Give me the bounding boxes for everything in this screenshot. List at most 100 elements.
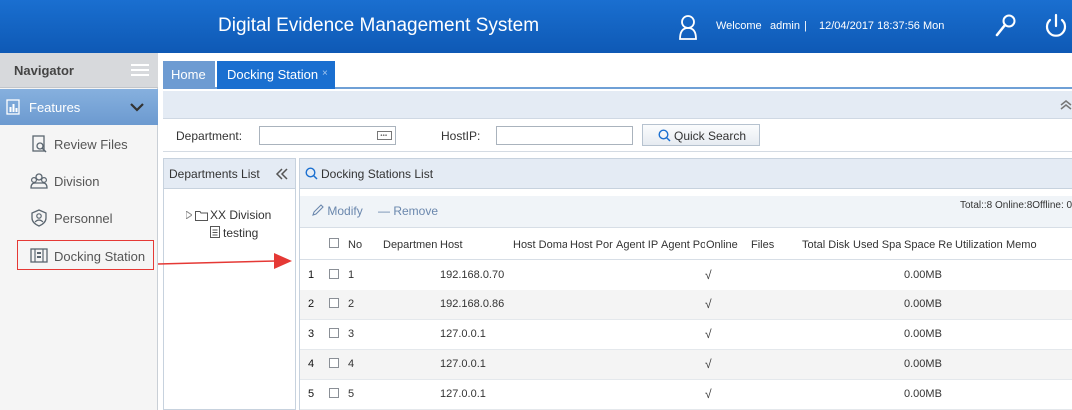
- cell-online: √: [705, 268, 712, 282]
- cell-online: √: [705, 357, 712, 371]
- row-checkbox[interactable]: [329, 269, 339, 279]
- power-icon[interactable]: [1043, 13, 1069, 41]
- table-row[interactable]: 4 4 127.0.0.1 √ 0.00MB: [300, 350, 1072, 380]
- cell-online: √: [705, 327, 712, 341]
- collapse-up-icon[interactable]: [1060, 99, 1072, 111]
- table-row[interactable]: 5 5 127.0.0.1 √ 0.00MB: [300, 380, 1072, 410]
- docking-stations-panel: Docking Stations List Modify — Remove To…: [299, 158, 1072, 410]
- sidebar-item-division[interactable]: Division: [0, 164, 158, 200]
- welcome-text: Welcome: [716, 20, 762, 32]
- department-label: Department:: [176, 129, 243, 143]
- tree-node-root[interactable]: XX Division: [210, 208, 271, 222]
- cell-space-remaining: 0.00MB: [904, 269, 942, 281]
- table-row[interactable]: 2 2 192.168.0.86 √ 0.00MB: [300, 290, 1072, 320]
- row-checkbox[interactable]: [329, 328, 339, 338]
- department-input[interactable]: [259, 126, 396, 145]
- cell-host: 127.0.0.1: [440, 358, 486, 370]
- modify-button[interactable]: Modify: [312, 204, 363, 218]
- select-all-checkbox[interactable]: [329, 238, 339, 248]
- features-icon: [6, 99, 20, 115]
- docking-stations-header: Docking Stations List: [300, 159, 1072, 189]
- column-header[interactable]: Files: [751, 239, 791, 251]
- column-header[interactable]: Utilization: [955, 239, 1005, 251]
- sidebar-item-label: Review Files: [54, 137, 128, 152]
- tab-home[interactable]: Home: [163, 61, 215, 89]
- table-row[interactable]: 3 3 127.0.0.1 √ 0.00MB: [300, 320, 1072, 350]
- features-label: Features: [29, 100, 81, 115]
- quick-search-button[interactable]: Quick Search: [642, 124, 760, 146]
- row-number: 5: [308, 388, 315, 400]
- tab-docking-station[interactable]: Docking Station: [217, 61, 335, 89]
- search-icon[interactable]: [994, 13, 1018, 39]
- tree-expand-icon[interactable]: [186, 211, 192, 219]
- row-checkbox[interactable]: [329, 298, 339, 308]
- quick-search-label: Quick Search: [674, 129, 747, 143]
- cell-space-remaining: 0.00MB: [904, 328, 942, 340]
- review-files-icon: [32, 135, 47, 153]
- sidebar: Navigator Features Review Files Division…: [0, 53, 158, 410]
- menu-icon[interactable]: [131, 62, 149, 78]
- row-number: 1: [308, 269, 315, 281]
- cell-online: √: [705, 387, 712, 401]
- cell-no: 3: [348, 328, 355, 340]
- column-header[interactable]: Host Doma: [513, 239, 567, 251]
- pencil-icon: [312, 204, 324, 216]
- cell-host: 192.168.0.70: [440, 269, 505, 281]
- sidebar-item-label: Personnel: [54, 211, 113, 226]
- cell-host: 127.0.0.1: [440, 388, 486, 400]
- departments-panel: Departments List XX Division testing: [163, 158, 296, 410]
- folder-icon: [195, 211, 208, 221]
- column-header[interactable]: Host: [440, 239, 510, 251]
- tab-close-icon[interactable]: ×: [322, 68, 328, 79]
- search-icon: [658, 129, 671, 142]
- personnel-icon: [31, 209, 47, 227]
- column-header[interactable]: Space Re: [904, 239, 953, 251]
- column-header[interactable]: Agent Po: [661, 239, 705, 251]
- cell-no: 1: [348, 269, 355, 281]
- docking-stations-title: Docking Stations List: [321, 167, 434, 181]
- navigator-header: Navigator: [0, 53, 158, 88]
- table-row[interactable]: 1 1 192.168.0.70 √ 0.00MB: [300, 261, 1072, 291]
- sidebar-item-docking-station[interactable]: Docking Station: [0, 239, 158, 275]
- cell-no: 4: [348, 358, 355, 370]
- cell-online: √: [705, 297, 712, 311]
- header-separator: |: [804, 20, 807, 32]
- column-header[interactable]: Online: [706, 239, 746, 251]
- sidebar-item-personnel[interactable]: Personnel: [0, 201, 158, 237]
- user-icon[interactable]: [677, 14, 699, 40]
- features-section[interactable]: Features: [0, 89, 158, 125]
- remove-button[interactable]: — Remove: [378, 204, 438, 218]
- column-header[interactable]: Total Disk: [802, 239, 852, 251]
- cell-space-remaining: 0.00MB: [904, 358, 942, 370]
- list-toolbar: Modify — Remove Total::8 Online:8Offline…: [300, 196, 1072, 228]
- totals-summary: Total::8 Online:8Offline: 0: [960, 200, 1072, 211]
- row-checkbox[interactable]: [329, 358, 339, 368]
- cell-no: 2: [348, 298, 355, 310]
- departments-panel-header: Departments List: [164, 159, 295, 189]
- app-header: Digital Evidence Management System Welco…: [0, 0, 1072, 53]
- cell-space-remaining: 0.00MB: [904, 298, 942, 310]
- hostip-label: HostIP:: [441, 129, 481, 143]
- column-header[interactable]: Agent IP: [616, 239, 659, 251]
- division-icon: [30, 173, 48, 189]
- table-header: No Departmen Host Host Doma Host Por Age…: [300, 230, 1072, 260]
- sidebar-item-review-files[interactable]: Review Files: [0, 127, 158, 163]
- username: admin: [770, 20, 800, 32]
- row-number: 2: [308, 298, 315, 310]
- collapse-left-icon[interactable]: [275, 168, 289, 180]
- row-checkbox[interactable]: [329, 388, 339, 398]
- column-header[interactable]: No: [348, 239, 374, 251]
- cell-host: 127.0.0.1: [440, 328, 486, 340]
- department-picker-icon[interactable]: [377, 131, 392, 140]
- header-datetime: 12/04/2017 18:37:56 Mon: [819, 20, 945, 32]
- toolbar-strip: [163, 91, 1072, 119]
- tree-node-child[interactable]: testing: [223, 226, 258, 240]
- column-header[interactable]: Host Por: [570, 239, 615, 251]
- sidebar-item-label: Docking Station: [54, 249, 146, 264]
- column-header[interactable]: Memo: [1006, 239, 1046, 251]
- column-header[interactable]: Departmen: [383, 239, 438, 251]
- file-icon: [210, 226, 220, 238]
- hostip-input[interactable]: [496, 126, 633, 145]
- app-title: Digital Evidence Management System: [218, 15, 540, 36]
- column-header[interactable]: Used Spa: [853, 239, 901, 251]
